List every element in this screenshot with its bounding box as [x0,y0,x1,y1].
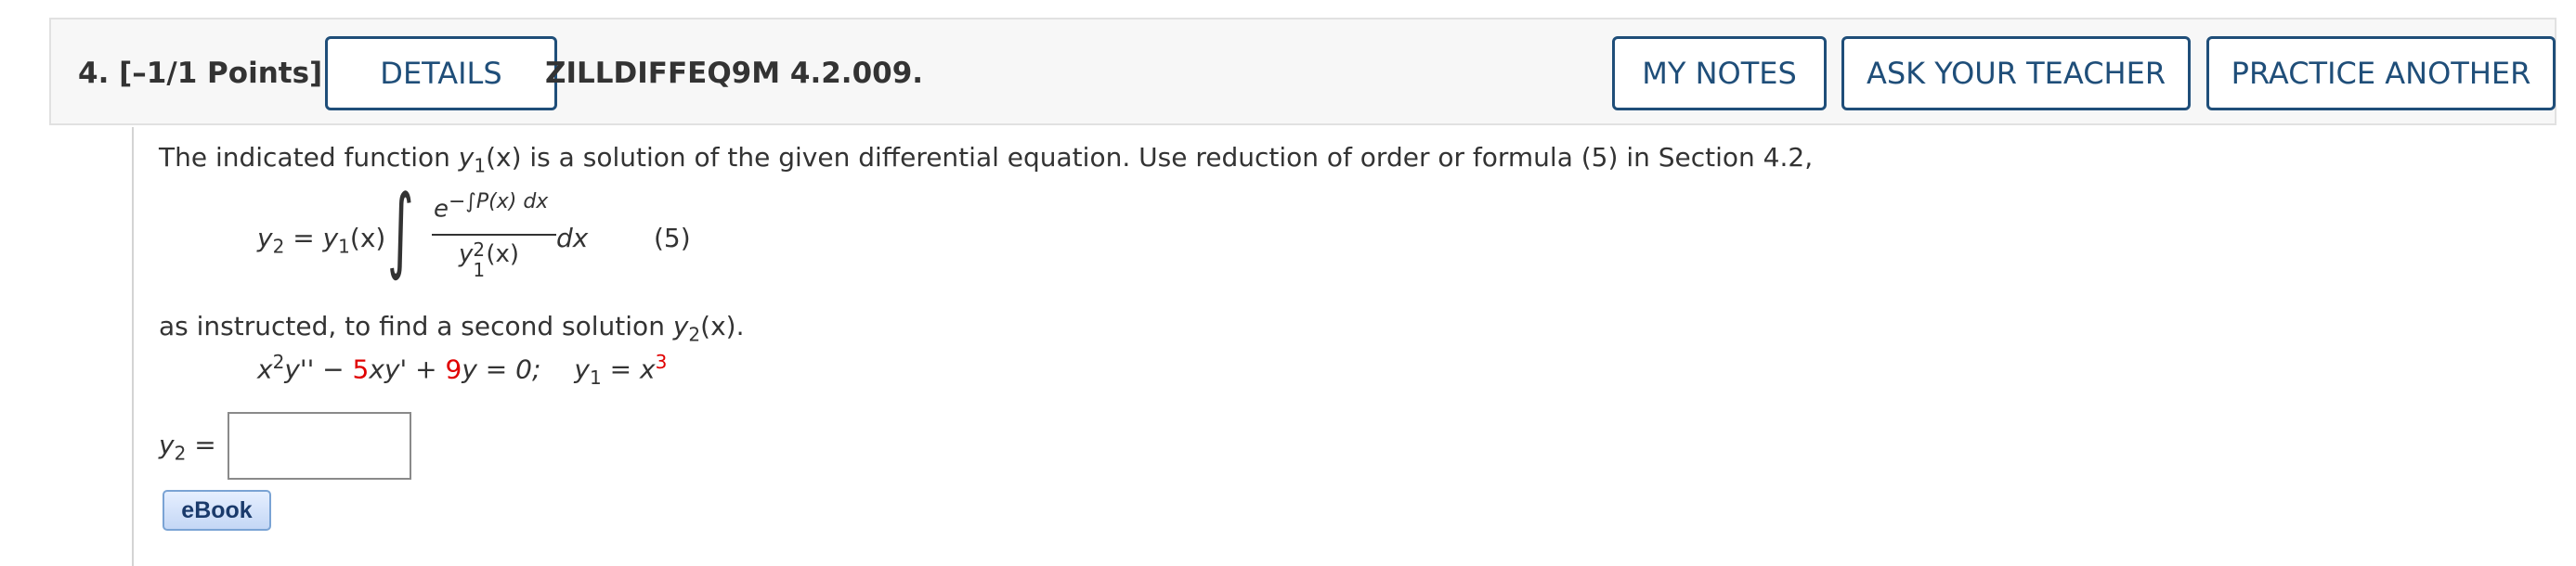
formula-lhs: y2 = y1(x) [257,223,385,258]
intro-func-y: y [458,142,475,173]
answer-label-sub: 2 [174,442,187,465]
instruction-post: (x). [700,311,745,341]
denominator-sup: 2 [473,238,486,261]
formula-rhs-y: y [322,223,339,253]
answer-label-y: y [159,430,175,460]
intro-func-arg: (x) [486,142,522,173]
eq-exponent: 3 [655,351,668,373]
question-header: 4. [–1/1 Points] DETAILS ZILLDIFFEQ9M 4.… [49,18,2556,125]
question-points-label: 4. [–1/1 Points] [78,57,323,90]
eq-ypp: y'' − [284,354,353,385]
numerator-exponent: −∫P(x) dx [449,190,549,213]
answer-label: y2 = [159,430,216,465]
my-notes-button[interactable]: MY NOTES [1612,36,1827,110]
fraction-numerator: e−∫P(x) dx [434,190,548,224]
denominator-arg: (x) [486,240,520,268]
eq-coefficient-1: 5 [352,354,370,385]
numerator-base: e [434,195,449,224]
ebook-button[interactable]: eBook [163,490,271,531]
question-body: The indicated function y1(x) is a soluti… [132,127,2576,566]
eq-x: x [257,354,273,385]
formula-dx: dx [556,223,589,253]
eq-term-1: xy' + [369,354,446,385]
formula-rhs-sub: 1 [338,235,350,258]
formula-equals: = [284,223,323,253]
eq-y1: y [574,354,590,385]
question-intro: The indicated function y1(x) is a soluti… [159,142,1813,177]
question-instruction: as instructed, to find a second solution… [159,311,744,346]
instruction-y: y [672,311,689,341]
eq-coefficient-2: 9 [445,354,462,385]
differential-equation: x2y'' − 5xy' + 9y = 0; y1 = x3 [257,351,667,389]
question-code: ZILLDIFFEQ9M 4.2.009. [545,57,924,90]
formula-rhs-arg: (x) [349,223,386,253]
denominator-sub: 1 [473,259,486,281]
eq-y1-sub: 1 [589,366,602,389]
formula-lhs-sub: 2 [272,235,285,258]
denominator-y: y [459,240,474,268]
fraction-denominator: y 2 1 (x) [459,238,520,281]
eq-term-2: y = 0; [462,354,541,385]
intro-text-pre: The indicated function [159,142,459,173]
intro-func-sub: 1 [474,154,487,177]
instruction-y2: y2(x). [672,311,745,346]
answer-label-eq: = [186,430,216,460]
instruction-text: as instructed, to find a second solution [159,311,673,341]
formula-number: (5) [654,223,691,253]
formula-lhs-y: y [257,223,273,253]
eq-x-sup: 2 [272,351,285,373]
instruction-sub: 2 [688,323,701,346]
eq-y1-value: = x [601,354,656,385]
answer-input[interactable] [228,412,411,480]
fraction-bar [432,234,556,236]
integral-sign: ∫ [387,174,414,283]
intro-function: y1(x) [458,142,522,177]
intro-text-post: is a solution of the given differential … [521,142,1814,173]
details-button[interactable]: DETAILS [325,36,557,110]
ask-teacher-button[interactable]: ASK YOUR TEACHER [1841,36,2191,110]
practice-another-button[interactable]: PRACTICE ANOTHER [2206,36,2556,110]
